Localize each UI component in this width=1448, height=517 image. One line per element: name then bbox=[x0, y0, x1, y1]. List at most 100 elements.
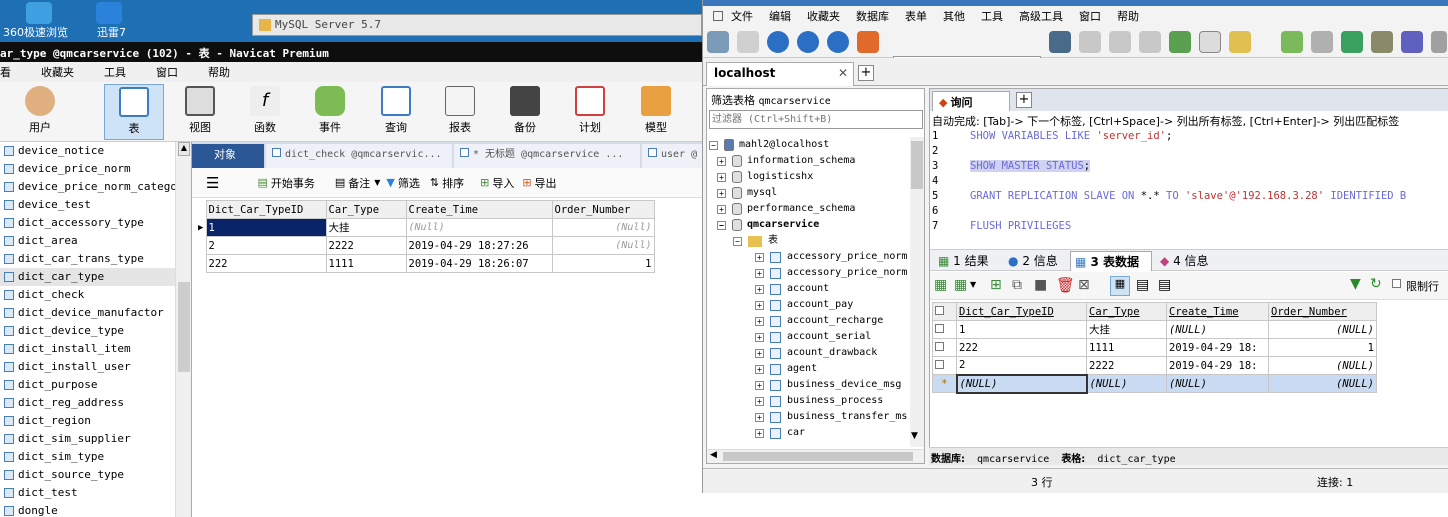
execute-icon[interactable] bbox=[767, 31, 789, 53]
expand-icon[interactable]: + bbox=[755, 300, 764, 310]
expand-icon[interactable]: + bbox=[717, 188, 726, 198]
menu-form[interactable]: 表单 bbox=[905, 8, 927, 24]
result-cell[interactable]: (NULL) bbox=[1268, 374, 1377, 393]
menu-tools[interactable]: 工具 bbox=[981, 8, 1003, 24]
menu-icon[interactable]: ☰ bbox=[206, 174, 219, 192]
list-item[interactable]: dongle bbox=[0, 502, 191, 517]
chevron-down-icon[interactable]: ▼ bbox=[374, 178, 380, 187]
tab-untitled-query[interactable]: * 无标题 @qmcarservice ... bbox=[454, 144, 640, 168]
background-window-mysql[interactable]: MySQL Server 5.7 bbox=[252, 14, 702, 36]
list-item[interactable]: dict_test bbox=[0, 484, 191, 502]
table-filter-input[interactable] bbox=[709, 110, 923, 129]
query-builder-icon[interactable] bbox=[1229, 31, 1251, 53]
toolbar-report-button[interactable]: 报表 bbox=[430, 84, 490, 140]
tree-vertical-scrollbar[interactable]: ▼ bbox=[910, 137, 924, 447]
result-column-header[interactable]: Create_Time bbox=[1166, 302, 1269, 321]
expand-icon[interactable]: + bbox=[755, 364, 764, 374]
list-item[interactable]: device_price_norm_category bbox=[0, 178, 191, 196]
table-row[interactable]: 2 2222 2019-04-29 18: (NULL) bbox=[932, 356, 1377, 375]
migration-icon[interactable] bbox=[1371, 31, 1393, 53]
grid-cell[interactable]: 1 bbox=[205, 218, 327, 237]
grid-cell[interactable]: 2222 bbox=[325, 236, 407, 255]
limit-rows-checkbox[interactable] bbox=[1392, 278, 1401, 291]
sync-icon[interactable] bbox=[1281, 31, 1303, 53]
tree-table[interactable]: + account_serial bbox=[709, 329, 909, 345]
tree-table[interactable]: + agent bbox=[709, 361, 909, 377]
expand-icon[interactable]: + bbox=[755, 396, 764, 406]
menu-help[interactable]: 帮助 bbox=[1117, 8, 1139, 24]
tab-info[interactable]: ◆ 4 信息 bbox=[1156, 251, 1226, 271]
grid-cell[interactable]: 2019-04-29 18:26:07 bbox=[405, 254, 553, 273]
tab-results[interactable]: ▦ 1 结果 bbox=[934, 251, 1000, 271]
expand-icon[interactable]: + bbox=[717, 172, 726, 182]
list-item[interactable]: dict_car_trans_type bbox=[0, 250, 191, 268]
filter-icon[interactable]: ▼ bbox=[1350, 276, 1361, 292]
menu-help[interactable]: 帮助 bbox=[208, 64, 230, 80]
grid-cell[interactable]: (Null) bbox=[551, 236, 655, 255]
list-item[interactable]: dict_sim_type bbox=[0, 448, 191, 466]
tab-objects[interactable]: 对象 bbox=[192, 144, 264, 168]
menu-favorites[interactable]: 收藏夹 bbox=[807, 8, 840, 24]
result-cell[interactable]: 2019-04-29 18: bbox=[1166, 356, 1269, 375]
import-button[interactable]: 导入 bbox=[492, 175, 514, 191]
schema-sync-icon[interactable] bbox=[1311, 31, 1333, 53]
menu-window[interactable]: 窗口 bbox=[1079, 8, 1101, 24]
result-cell[interactable]: 2222 bbox=[1086, 356, 1167, 375]
result-column-header[interactable]: Order_Number bbox=[1268, 302, 1377, 321]
list-item[interactable]: dict_device_type bbox=[0, 322, 191, 340]
scroll-thumb[interactable] bbox=[178, 282, 190, 372]
connect-icon[interactable] bbox=[707, 31, 729, 53]
toolbar-table-button[interactable]: 表 bbox=[104, 84, 164, 140]
menu-window[interactable]: 窗口 bbox=[156, 64, 178, 80]
toolbar-user-button[interactable]: 用户 bbox=[10, 84, 70, 140]
result-cell[interactable]: (NULL) bbox=[955, 373, 1088, 394]
toolbar-query-button[interactable]: 查询 bbox=[366, 84, 426, 140]
filter-button[interactable]: 筛选 bbox=[398, 175, 420, 191]
tree-database[interactable]: + performance_schema bbox=[709, 201, 909, 217]
tab-messages[interactable]: ● 2 信息 bbox=[1004, 251, 1066, 271]
tree-tables-folder[interactable]: − 表 bbox=[709, 233, 909, 249]
tree-table[interactable]: + account_pay bbox=[709, 297, 909, 313]
toolbar-schedule-button[interactable]: 计划 bbox=[560, 84, 620, 140]
expand-icon[interactable]: + bbox=[717, 156, 726, 166]
result-cell[interactable]: 2 bbox=[956, 356, 1087, 375]
tree-horizontal-scrollbar[interactable]: ◀ bbox=[707, 449, 924, 463]
result-cell[interactable]: 1 bbox=[956, 320, 1087, 339]
result-cell[interactable]: (NULL) bbox=[1268, 320, 1377, 339]
menu-file[interactable]: 文件 bbox=[731, 8, 753, 24]
list-item[interactable]: dict_region bbox=[0, 412, 191, 430]
grid-cell[interactable]: 1 bbox=[551, 254, 655, 273]
list-item[interactable]: device_notice bbox=[0, 142, 191, 160]
tab-dict-check[interactable]: dict_check @qmcarservic... bbox=[266, 144, 452, 168]
compare-icon[interactable] bbox=[1341, 31, 1363, 53]
expand-icon[interactable]: + bbox=[755, 412, 764, 422]
table-row[interactable]: 2 2222 2019-04-29 18:27:26 (Null) bbox=[196, 236, 655, 255]
form-view-icon[interactable]: ▤ bbox=[1136, 277, 1149, 293]
result-cell[interactable]: (NULL) bbox=[1268, 356, 1377, 375]
list-item[interactable]: dict_car_type bbox=[0, 268, 191, 286]
tree-database[interactable]: + logisticshx bbox=[709, 169, 909, 185]
row-checkbox[interactable] bbox=[932, 320, 957, 339]
collapse-icon[interactable]: − bbox=[709, 140, 718, 150]
list-item[interactable]: dict_device_manufactor bbox=[0, 304, 191, 322]
query-tab[interactable]: ◆ 询问 bbox=[932, 91, 1010, 111]
tree-database[interactable]: + information_schema bbox=[709, 153, 909, 169]
cancel-icon[interactable]: ⊠ bbox=[1078, 277, 1090, 293]
toolbar-event-button[interactable]: 事件 bbox=[300, 84, 360, 140]
tree-table[interactable]: + accessory_price_norm bbox=[709, 249, 909, 265]
grid-column-header[interactable]: Dict_Car_TypeID bbox=[205, 200, 327, 219]
row-checkbox[interactable] bbox=[932, 302, 957, 321]
tab-user[interactable]: user @ bbox=[642, 144, 702, 168]
expand-icon[interactable]: + bbox=[755, 284, 764, 294]
restore-icon[interactable] bbox=[1109, 31, 1131, 53]
table-row[interactable]: 222 1111 2019-04-29 18: 1 bbox=[932, 338, 1377, 357]
expand-icon[interactable]: + bbox=[755, 428, 764, 438]
scroll-up-arrow-icon[interactable]: ▲ bbox=[178, 142, 190, 156]
backup-icon[interactable] bbox=[1079, 31, 1101, 53]
close-icon[interactable]: ✕ bbox=[838, 66, 848, 80]
list-item[interactable]: dict_install_item bbox=[0, 340, 191, 358]
result-column-header[interactable]: Car_Type bbox=[1086, 302, 1167, 321]
grid-cell[interactable]: 2019-04-29 18:27:26 bbox=[405, 236, 553, 255]
grid-view-icon[interactable]: ▦ bbox=[1110, 276, 1130, 296]
grid-cell[interactable]: (Null) bbox=[551, 218, 655, 237]
